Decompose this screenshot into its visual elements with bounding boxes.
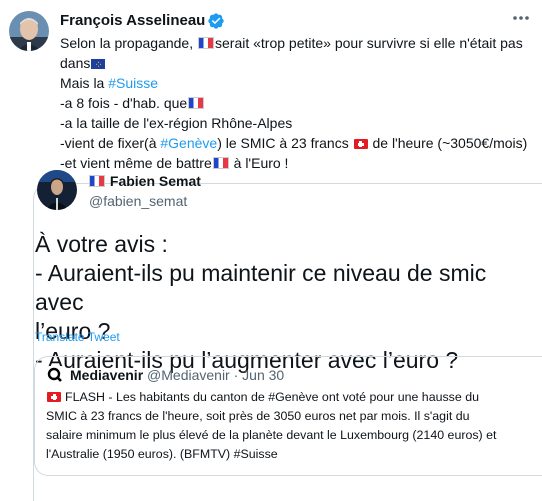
- quoted-author-avatar[interactable]: [37, 170, 77, 210]
- flag-france-icon: [188, 97, 205, 109]
- text-span: -et vient même de battre: [60, 155, 212, 171]
- text-span: de l'heure (~3050€/mois): [372, 135, 528, 151]
- text-span: dans: [60, 55, 91, 71]
- tweet-line: -a la taille de l'ex-région Rhône-Alpes: [60, 113, 540, 133]
- quoted-tweet-text: À votre avis : - Auraient-ils pu mainten…: [35, 230, 540, 375]
- text-span: FLASH - Les habitants du canton de #Genè…: [65, 390, 479, 404]
- hashtag-link[interactable]: #Genève: [160, 135, 217, 151]
- flag-france-icon: [89, 175, 105, 187]
- tweet-line: Mais la #Suisse: [60, 73, 540, 93]
- tweet-line: -vient de fixer(à #Genève) le SMIC à 23 …: [60, 133, 540, 153]
- inner-quote-text: FLASH - Les habitants du canton de #Genè…: [46, 388, 540, 464]
- flag-switzerland-icon: [353, 139, 368, 149]
- quoted-author-name[interactable]: Fabien Semat: [110, 173, 201, 189]
- quoted-line: - Auraient-ils pu maintenir ce niveau de…: [35, 260, 487, 315]
- verified-badge-icon: [207, 12, 225, 30]
- hashtag-link[interactable]: #Suisse: [108, 75, 158, 91]
- quoted-line: À votre avis :: [35, 231, 168, 257]
- inner-author-handle[interactable]: @Mediavenir: [147, 367, 230, 383]
- inner-line: salaire minimum le plus élevé de la plan…: [46, 428, 497, 442]
- flag-france-icon: [212, 157, 229, 169]
- quoted-author-line[interactable]: Fabien Semat: [88, 173, 201, 189]
- tweet-line: -a 8 fois - d'hab. que: [60, 93, 540, 113]
- tweet-line: Selon la propagande, serait «trop petite…: [60, 33, 540, 53]
- inner-line: SMIC à 23 francs de l'heure, soit près d…: [46, 409, 470, 423]
- author-avatar[interactable]: [9, 11, 49, 51]
- text-span: serait «trop petite» pour survivre si el…: [215, 35, 523, 51]
- text-span: -a la taille de l'ex-région Rhône-Alpes: [60, 115, 293, 131]
- text-span: ) le SMIC à 23 francs: [217, 135, 349, 151]
- translate-tweet-link[interactable]: Translate Tweet: [35, 330, 120, 344]
- text-span: à l'Euro !: [233, 155, 289, 171]
- flag-eu-icon: [91, 56, 106, 76]
- inner-line: FLASH - Les habitants du canton de #Genè…: [46, 388, 540, 407]
- dot-separator: ·: [233, 367, 239, 383]
- text-span: Selon la propagande,: [60, 35, 194, 51]
- mediavenir-avatar[interactable]: [46, 366, 64, 384]
- text-span: -vient de fixer(à: [60, 135, 157, 151]
- inner-author-name[interactable]: Mediavenir: [70, 367, 143, 383]
- text-span: Mais la: [60, 75, 105, 91]
- tweet-text: Selon la propagande, serait «trop petite…: [60, 33, 540, 173]
- text-span: -a 8 fois - d'hab. que: [60, 95, 188, 111]
- flag-switzerland-icon: [47, 392, 61, 402]
- tweet-line: -et vient même de battre à l'Euro !: [60, 153, 540, 173]
- inner-date[interactable]: Jun 30: [242, 367, 284, 383]
- tweet-line: dans: [60, 53, 540, 76]
- quoted-author-handle[interactable]: @fabien_semat: [89, 193, 187, 209]
- author-name[interactable]: François Asselineau: [60, 12, 205, 29]
- inner-line: l'Australie (1950 euros). (BFMTV) #Suiss…: [46, 447, 278, 461]
- inner-quote-header: Mediavenir @Mediavenir · Jun 30: [70, 367, 284, 383]
- more-icon[interactable]: [510, 10, 532, 26]
- flag-france-icon: [198, 37, 214, 49]
